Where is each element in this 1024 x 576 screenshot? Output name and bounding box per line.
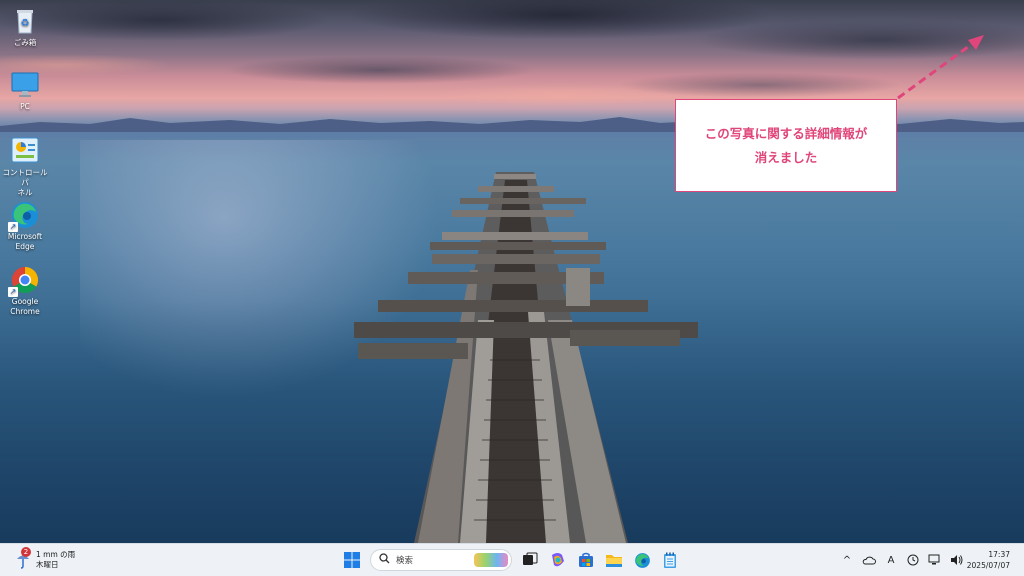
weather-badge: 2 xyxy=(21,547,31,557)
chevron-up-icon: ^ xyxy=(842,554,852,566)
taskbar: 2 1 mm の雨 木曜日 検索 ^ A 17:37 2025/07/07 xyxy=(0,543,1024,576)
shortcut-arrow-icon: ↗ xyxy=(8,222,18,232)
taskbar-center-apps: 検索 xyxy=(338,548,684,572)
clock-date: 2025/07/07 xyxy=(966,561,1010,570)
copilot-icon xyxy=(552,553,564,567)
task-view-icon xyxy=(523,552,538,565)
onedrive-cloud-icon xyxy=(862,556,876,565)
copilot-button[interactable] xyxy=(546,548,570,572)
edge-taskbar-button[interactable] xyxy=(630,548,654,572)
weather-day: 木曜日 xyxy=(36,560,59,569)
desktop-icon-google-chrome[interactable]: ↗ Google Chrome xyxy=(0,265,50,317)
desktop-icon-microsoft-edge[interactable]: ↗ Microsoft Edge xyxy=(0,200,50,252)
speaker-icon xyxy=(951,555,963,565)
ime-mode-indicator: A xyxy=(887,554,895,566)
taskbar-clock[interactable]: 17:37 2025/07/07 xyxy=(967,549,1010,571)
notepad-button[interactable] xyxy=(658,548,682,572)
edge-icon xyxy=(634,552,650,568)
search-icon xyxy=(379,553,390,567)
taskbar-search-box[interactable]: 検索 xyxy=(370,549,512,571)
search-highlight-icon xyxy=(474,553,508,567)
desktop-icon-label: Google Chrome xyxy=(10,297,40,316)
notepad-icon xyxy=(664,552,676,568)
annotation-callout: この写真に関する詳細情報が 消えました xyxy=(675,99,897,192)
task-view-button[interactable] xyxy=(518,548,542,572)
network-icon xyxy=(928,554,940,565)
volume-button[interactable] xyxy=(948,550,966,570)
ime-mode-button[interactable]: A xyxy=(882,550,900,570)
onedrive-button[interactable] xyxy=(860,550,878,570)
weather-summary: 1 mm の雨 xyxy=(36,550,76,559)
start-icon xyxy=(344,552,360,568)
file-explorer-button[interactable] xyxy=(602,548,626,572)
weather-widget[interactable]: 2 1 mm の雨 木曜日 xyxy=(14,547,76,572)
chrome-icon: ↗ xyxy=(8,265,40,297)
store-icon xyxy=(579,552,593,567)
search-placeholder: 検索 xyxy=(396,556,414,566)
system-tray: ^ A xyxy=(836,548,968,572)
file-explorer-icon xyxy=(606,555,622,567)
desktop-icon-label: Microsoft Edge xyxy=(7,232,43,251)
show-hidden-icons-button[interactable]: ^ xyxy=(838,550,856,570)
edge-icon: ↗ xyxy=(8,200,40,232)
clock-time: 17:37 xyxy=(988,550,1010,559)
start-button[interactable] xyxy=(340,548,364,572)
focus-button[interactable] xyxy=(904,550,922,570)
callout-line-1: この写真に関する詳細情報が xyxy=(704,125,868,141)
rain-icon: 2 xyxy=(14,547,32,569)
microsoft-store-button[interactable] xyxy=(574,548,598,572)
callout-line-2: 消えました xyxy=(754,149,818,165)
moon-clock-icon xyxy=(907,554,919,566)
shortcut-arrow-icon: ↗ xyxy=(8,287,18,297)
network-button[interactable] xyxy=(926,550,944,570)
